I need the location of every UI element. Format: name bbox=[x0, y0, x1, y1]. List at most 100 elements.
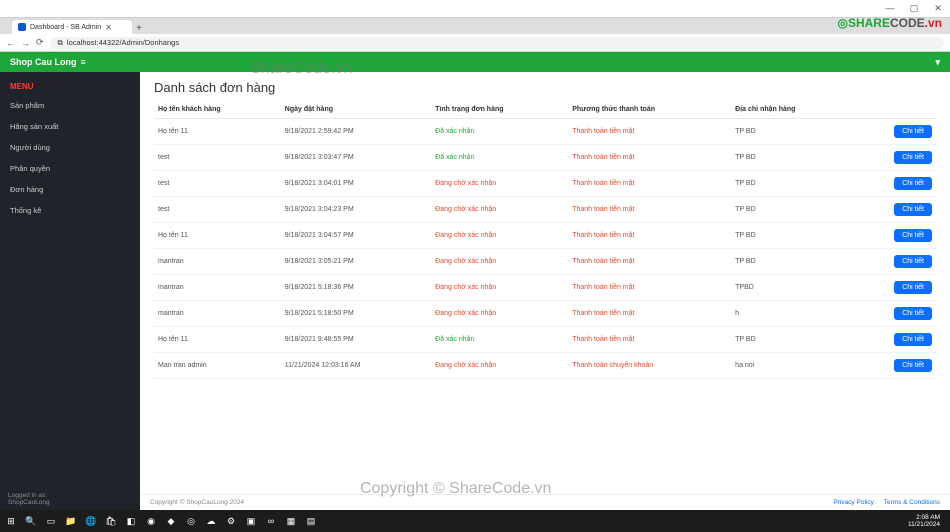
browser-tab-bar: Dashboard - SB Admin ✕ + bbox=[0, 18, 950, 34]
cell-status: Đang chờ xác nhận bbox=[431, 275, 568, 301]
cell-status: Đang chờ xác nhận bbox=[431, 197, 568, 223]
table-row: Họ tên 119/18/2021 3:04:57 PMĐang chờ xá… bbox=[154, 223, 936, 249]
sidebar-item[interactable]: Người dùng bbox=[0, 137, 140, 158]
address-bar[interactable]: ⧉ localhost:44322/Admin/Donhangs bbox=[50, 37, 944, 49]
chrome-icon[interactable]: ◉ bbox=[144, 514, 158, 528]
edge-icon[interactable]: 🌐 bbox=[84, 514, 98, 528]
window-maximize[interactable]: ▢ bbox=[902, 3, 926, 14]
cell-address: TP BD bbox=[731, 223, 854, 249]
cell-payment: Thanh toán tiền mặt bbox=[568, 119, 731, 145]
detail-button[interactable]: Chi tiết bbox=[894, 151, 932, 164]
user-menu[interactable]: ▾ bbox=[935, 57, 940, 68]
detail-button[interactable]: Chi tiết bbox=[894, 359, 932, 372]
clock-date: 11/21/2024 bbox=[908, 521, 940, 528]
cell-payment: Thanh toán tiền mặt bbox=[568, 249, 731, 275]
cell-payment: Thanh toán tiền mặt bbox=[568, 327, 731, 353]
cell-date: 9/18/2021 3:03:47 PM bbox=[281, 145, 431, 171]
cell-name: Man tran admin bbox=[154, 353, 281, 379]
cell-status: Đang chờ xác nhận bbox=[431, 353, 568, 379]
sidebar-item[interactable]: Hãng sản xuất bbox=[0, 116, 140, 137]
search-icon[interactable]: 🔍 bbox=[24, 514, 38, 528]
sidebar-item[interactable]: Đơn hàng bbox=[0, 179, 140, 200]
sidebar-footer: Logged in as: ShopCauLong bbox=[0, 488, 140, 510]
app-icon-3[interactable]: ◎ bbox=[184, 514, 198, 528]
app-icon-2[interactable]: ◆ bbox=[164, 514, 178, 528]
cell-address: TP BD bbox=[731, 145, 854, 171]
main-content: Danh sách đơn hàng Họ tên khách hàng Ngà… bbox=[140, 72, 950, 497]
window-minimize[interactable]: — bbox=[878, 3, 902, 14]
sidebar-item[interactable]: Thống kê bbox=[0, 200, 140, 221]
window-close[interactable]: ✕ bbox=[926, 3, 950, 14]
cell-date: 9/18/2021 3:04:57 PM bbox=[281, 223, 431, 249]
cell-payment: Thanh toán tiền mặt bbox=[568, 145, 731, 171]
terms-link[interactable]: Terms & Conditions bbox=[884, 499, 940, 506]
detail-button[interactable]: Chi tiết bbox=[894, 281, 932, 294]
cell-name: Họ tên 11 bbox=[154, 327, 281, 353]
cell-date: 9/18/2021 2:59:42 PM bbox=[281, 119, 431, 145]
detail-button[interactable]: Chi tiết bbox=[894, 203, 932, 216]
tab-title: Dashboard - SB Admin bbox=[30, 24, 101, 31]
cell-payment: Thanh toán chuyển khoản bbox=[568, 353, 731, 379]
main-footer: Copyright © ShopCauLong 2024 Privacy Pol… bbox=[140, 494, 950, 510]
app-icon-8[interactable]: ▤ bbox=[304, 514, 318, 528]
sidebar-item[interactable]: Phân quyền bbox=[0, 158, 140, 179]
cell-address: ha noi bbox=[731, 353, 854, 379]
detail-button[interactable]: Chi tiết bbox=[894, 307, 932, 320]
app-icon[interactable]: ◧ bbox=[124, 514, 138, 528]
cell-address: h bbox=[731, 301, 854, 327]
cell-address: TP BD bbox=[731, 119, 854, 145]
start-button[interactable]: ⊞ bbox=[4, 514, 18, 528]
copyright-text: Copyright © ShopCauLong 2024 bbox=[150, 499, 244, 506]
cell-address: TP BD bbox=[731, 197, 854, 223]
app-icon-7[interactable]: ▦ bbox=[284, 514, 298, 528]
table-row: mantran9/18/2021 5:18:50 PMĐang chờ xác … bbox=[154, 301, 936, 327]
col-action bbox=[854, 101, 936, 119]
store-icon[interactable]: 🛍 bbox=[104, 514, 118, 528]
cell-name: mantran bbox=[154, 275, 281, 301]
cell-status: Đang chờ xác nhận bbox=[431, 301, 568, 327]
logged-in-user: ShopCauLong bbox=[8, 499, 132, 506]
reload-button[interactable]: ⟳ bbox=[36, 37, 44, 48]
table-row: mantran9/18/2021 3:05:21 PMĐang chờ xác … bbox=[154, 249, 936, 275]
brand-title: Shop Cau Long bbox=[10, 57, 77, 67]
cell-payment: Thanh toán tiền mặt bbox=[568, 301, 731, 327]
detail-button[interactable]: Chi tiết bbox=[894, 177, 932, 190]
tab-close-icon[interactable]: ✕ bbox=[105, 23, 112, 32]
task-view-icon[interactable]: ▭ bbox=[44, 514, 58, 528]
col-payment: Phương thức thanh toán bbox=[568, 101, 731, 119]
cell-status: Đã xác nhận bbox=[431, 145, 568, 171]
browser-tab[interactable]: Dashboard - SB Admin ✕ bbox=[12, 20, 132, 34]
table-row: Họ tên 119/18/2021 9:48:55 PMĐã xác nhận… bbox=[154, 327, 936, 353]
app-icon-6[interactable]: ▣ bbox=[244, 514, 258, 528]
privacy-link[interactable]: Privacy Policy bbox=[833, 499, 873, 506]
site-info-icon[interactable]: ⧉ bbox=[58, 38, 63, 48]
detail-button[interactable]: Chi tiết bbox=[894, 125, 932, 138]
cell-name: test bbox=[154, 197, 281, 223]
col-address: Địa chỉ nhận hàng bbox=[731, 101, 854, 119]
table-row: Man tran admin11/21/2024 12:03:16 AMĐang… bbox=[154, 353, 936, 379]
vs-icon[interactable]: ∞ bbox=[264, 514, 278, 528]
table-row: test9/18/2021 3:04:23 PMĐang chờ xác nhậ… bbox=[154, 197, 936, 223]
menu-toggle-icon[interactable]: ≡ bbox=[81, 57, 86, 67]
cell-payment: Thanh toán tiền mặt bbox=[568, 197, 731, 223]
app-icon-5[interactable]: ⚙ bbox=[224, 514, 238, 528]
cell-date: 9/18/2021 9:48:55 PM bbox=[281, 327, 431, 353]
explorer-icon[interactable]: 📁 bbox=[64, 514, 78, 528]
table-row: Họ tên 119/18/2021 2:59:42 PMĐã xác nhận… bbox=[154, 119, 936, 145]
forward-button[interactable]: → bbox=[21, 38, 30, 48]
new-tab-button[interactable]: + bbox=[132, 23, 146, 34]
detail-button[interactable]: Chi tiết bbox=[894, 333, 932, 346]
app-icon-4[interactable]: ☁ bbox=[204, 514, 218, 528]
system-tray[interactable]: 2:08 AM 11/21/2024 bbox=[908, 514, 946, 528]
back-button[interactable]: ← bbox=[6, 38, 15, 48]
cell-address: TPBD bbox=[731, 275, 854, 301]
detail-button[interactable]: Chi tiết bbox=[894, 229, 932, 242]
logged-in-label: Logged in as: bbox=[8, 492, 132, 499]
orders-table: Họ tên khách hàng Ngày đặt hàng Tình trạ… bbox=[154, 101, 936, 379]
sidebar-menu-label: MENU bbox=[0, 78, 140, 95]
cell-name: test bbox=[154, 171, 281, 197]
sidebar-item[interactable]: Sản phẩm bbox=[0, 95, 140, 116]
cell-payment: Thanh toán tiền mặt bbox=[568, 171, 731, 197]
cell-status: Đã xác nhận bbox=[431, 119, 568, 145]
detail-button[interactable]: Chi tiết bbox=[894, 255, 932, 268]
